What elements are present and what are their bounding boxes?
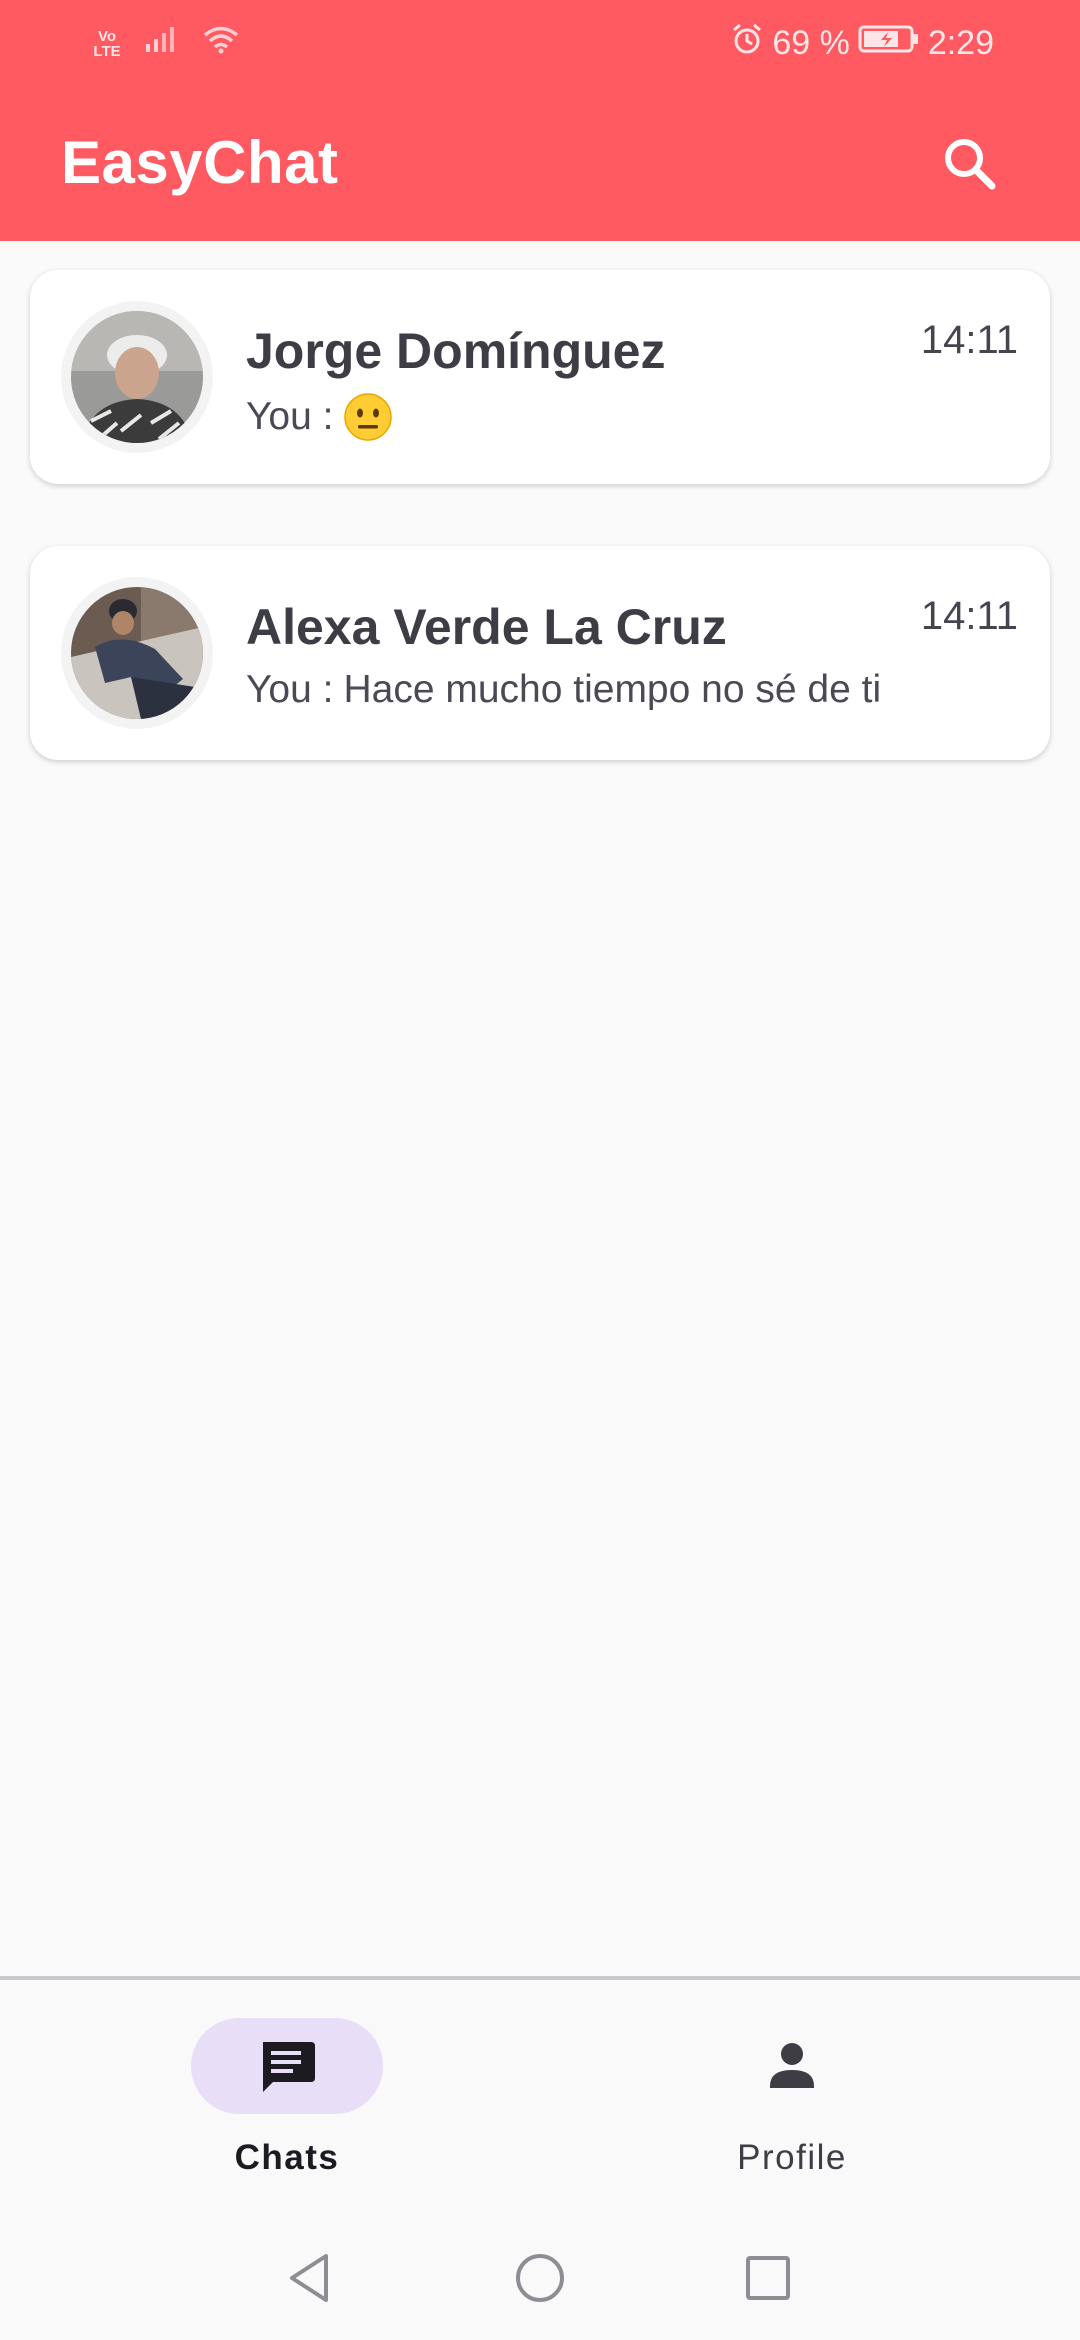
back-button[interactable] (278, 2246, 342, 2310)
app-title: EasyChat (61, 129, 339, 196)
nav-indicator (696, 2018, 888, 2114)
volte-indicator: Vo LTE (93, 27, 121, 60)
chat-last-message: You : Hace mucho tiempo no sé de ti (246, 668, 881, 712)
chat-time: 14:11 (920, 318, 1018, 362)
nav-item-profile[interactable]: Profile (632, 2018, 952, 2208)
chat-list-item[interactable]: Jorge Domínguez You : 14:11 (30, 270, 1050, 484)
search-icon (945, 139, 996, 190)
chat-message-prefix: You : (246, 395, 334, 438)
person-icon (770, 2043, 814, 2088)
battery-icon (858, 24, 920, 63)
chat-contact-name: Alexa Verde La Cruz (246, 599, 727, 655)
nav-item-chats[interactable]: Chats (127, 2018, 447, 2208)
avatar-photo (71, 311, 203, 443)
nav-indicator (191, 2018, 383, 2114)
avatar (61, 577, 213, 729)
recents-button[interactable] (736, 2246, 800, 2310)
chat-message-text: Hace mucho tiempo no sé de ti (343, 668, 882, 711)
chat-icon (263, 2042, 315, 2092)
nav-label-chats: Chats (234, 2138, 340, 2177)
system-navigation-bar (0, 2216, 1080, 2340)
status-time: 2:29 (927, 24, 994, 62)
neutral-face-emoji-icon (344, 393, 393, 441)
avatar (61, 301, 213, 453)
status-bar: Vo LTE 69 % 2:29 (0, 0, 1080, 84)
recents-square-icon (746, 2256, 790, 2300)
status-bar-right: 69 % 2:29 (730, 22, 994, 65)
status-bar-left: Vo LTE (92, 24, 240, 63)
home-button[interactable] (508, 2246, 572, 2310)
battery-percent: 69 % (772, 24, 850, 62)
chat-list-item[interactable]: Alexa Verde La Cruz You : Hace mucho tie… (30, 546, 1050, 760)
nav-label-profile: Profile (737, 2138, 847, 2177)
back-triangle-icon (290, 2254, 328, 2302)
app-bar: Vo LTE 69 % 2:29 EasyChat (0, 0, 1080, 241)
wifi-icon (202, 24, 240, 63)
bottom-navigation: Chats Profile (0, 1976, 1080, 2220)
search-button[interactable] (934, 128, 1006, 200)
chat-message-prefix: You : (246, 668, 334, 711)
alarm-icon (730, 22, 764, 65)
signal-icon (144, 24, 180, 63)
chat-contact-name: Jorge Domínguez (246, 323, 666, 379)
home-circle-icon (516, 2254, 564, 2302)
chat-last-message: You : (246, 392, 393, 442)
avatar-photo (71, 587, 203, 719)
chat-time: 14:11 (920, 594, 1018, 638)
